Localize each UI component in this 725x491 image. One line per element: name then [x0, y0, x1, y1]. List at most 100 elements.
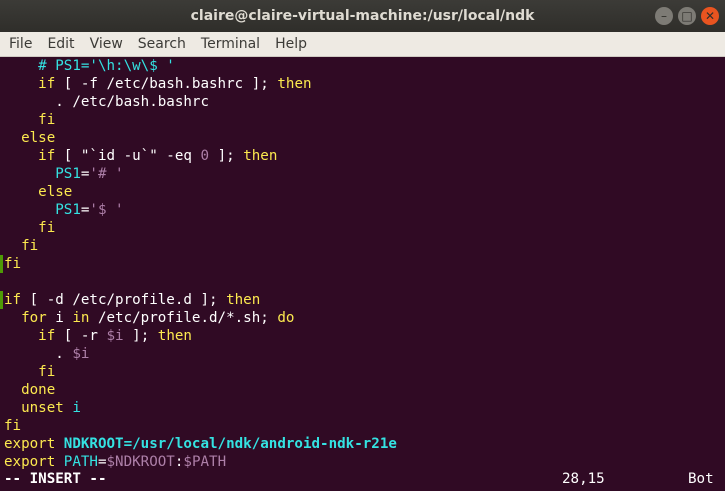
code-token: $NDKROOT [106, 454, 175, 470]
code-token: ]; [123, 328, 158, 344]
gutter-mark [0, 255, 3, 273]
code-token: [ -f /etc/bash.bashrc ]; [55, 76, 278, 92]
editor-line[interactable]: export NDKROOT=/usr/local/ndk/android-nd… [4, 435, 397, 453]
code-token: [ -d /etc/profile.d ]; [21, 292, 227, 308]
code-token: if [38, 148, 56, 164]
code-token: i [72, 400, 81, 416]
code-token: if [38, 76, 56, 92]
code-token: then [226, 292, 261, 308]
code-token: else [38, 184, 73, 200]
menu-terminal[interactable]: Terminal [192, 36, 266, 52]
editor-line[interactable]: fi [4, 219, 55, 237]
code-token: export [4, 436, 56, 452]
maximize-button[interactable]: □ [678, 7, 696, 25]
editor-line[interactable]: fi [4, 255, 21, 273]
editor-line[interactable]: PS1='# ' [4, 165, 124, 183]
editor-line[interactable]: PS1='$ ' [4, 201, 123, 219]
code-token: if [38, 328, 56, 344]
code-token: done [21, 382, 56, 398]
editor-line[interactable]: # PS1='\h:\w\$ ' [4, 57, 175, 75]
terminal-window: claire@claire-virtual-machine:/usr/local… [0, 0, 725, 491]
gutter-mark [0, 291, 3, 309]
editor-line[interactable]: else [4, 183, 72, 201]
editor-line[interactable]: unset i [4, 399, 81, 417]
code-token: then [277, 76, 312, 92]
vim-mode-indicator: -- INSERT -- [4, 471, 107, 487]
code-token: PS1 [55, 202, 81, 218]
code-token: do [277, 310, 295, 326]
editor-line[interactable]: else [4, 129, 55, 147]
code-token: [ -r [55, 328, 107, 344]
cursor-position: 28,15 [562, 471, 605, 487]
code-token: . [55, 346, 73, 362]
title-bar[interactable]: claire@claire-virtual-machine:/usr/local… [0, 0, 725, 32]
editor-line[interactable]: if [ -f /etc/bash.bashrc ]; then [4, 75, 312, 93]
code-token: PS1 [55, 166, 81, 182]
menu-search[interactable]: Search [129, 36, 192, 52]
code-token: $i [106, 328, 124, 344]
menu-view[interactable]: View [81, 36, 129, 52]
code-token: $i [72, 346, 90, 362]
code-token: 0 [200, 148, 210, 164]
menu-file[interactable]: File [0, 36, 38, 52]
code-token: then [243, 148, 278, 164]
editor-line[interactable]: if [ "`id -u`" -eq 0 ]; then [4, 147, 277, 165]
editor-line[interactable]: fi [4, 237, 38, 255]
editor-line[interactable]: fi [4, 417, 21, 435]
code-token: # PS1='\h:\w\$ ' [38, 58, 175, 74]
window-title: claire@claire-virtual-machine:/usr/local… [190, 8, 535, 24]
editor-line[interactable]: fi [4, 363, 55, 381]
editor-line[interactable]: fi [4, 111, 55, 129]
code-token: fi [21, 238, 39, 254]
vim-status-line: -- INSERT -- 28,15 Bot [0, 470, 725, 488]
code-token: '# ' [89, 166, 124, 182]
close-button[interactable]: ✕ [701, 7, 719, 25]
scroll-position: Bot [688, 471, 714, 487]
code-token: PATH [63, 454, 98, 470]
editor-line[interactable]: export PATH=$NDKROOT:$PATH [4, 453, 226, 471]
code-token: =/usr/local/ndk/android-ndk-r21e [123, 436, 397, 452]
code-token: i [46, 310, 73, 326]
code-token: ]; [209, 148, 244, 164]
editor-line[interactable]: . $i [4, 345, 89, 363]
code-token: fi [38, 220, 56, 236]
editor-line[interactable]: . /etc/bash.bashrc [4, 93, 209, 111]
code-token: fi [38, 112, 56, 128]
code-token: then [157, 328, 192, 344]
code-token: fi [4, 418, 22, 434]
menu-edit[interactable]: Edit [38, 36, 80, 52]
editor-line[interactable]: for i in /etc/profile.d/*.sh; do [4, 309, 294, 327]
code-token: unset [21, 400, 64, 416]
editor-line[interactable]: if [ -d /etc/profile.d ]; then [4, 291, 260, 309]
code-token: fi [38, 364, 56, 380]
terminal-content[interactable]: -- INSERT -- 28,15 Bot # PS1='\h:\w\$ ' … [0, 57, 725, 491]
code-token: /etc/profile.d/*.sh; [89, 310, 278, 326]
editor-line[interactable]: done [4, 381, 55, 399]
code-token: else [21, 130, 56, 146]
minimize-button[interactable]: – [655, 7, 673, 25]
editor-line[interactable]: if [ -r $i ]; then [4, 327, 192, 345]
code-token: . /etc/bash.bashrc [55, 94, 209, 110]
menu-help[interactable]: Help [266, 36, 313, 52]
code-token: [ "`id -u`" -eq [55, 148, 201, 164]
window-controls: – □ ✕ [655, 7, 719, 25]
code-token: fi [4, 256, 22, 272]
code-token: if [4, 292, 22, 308]
